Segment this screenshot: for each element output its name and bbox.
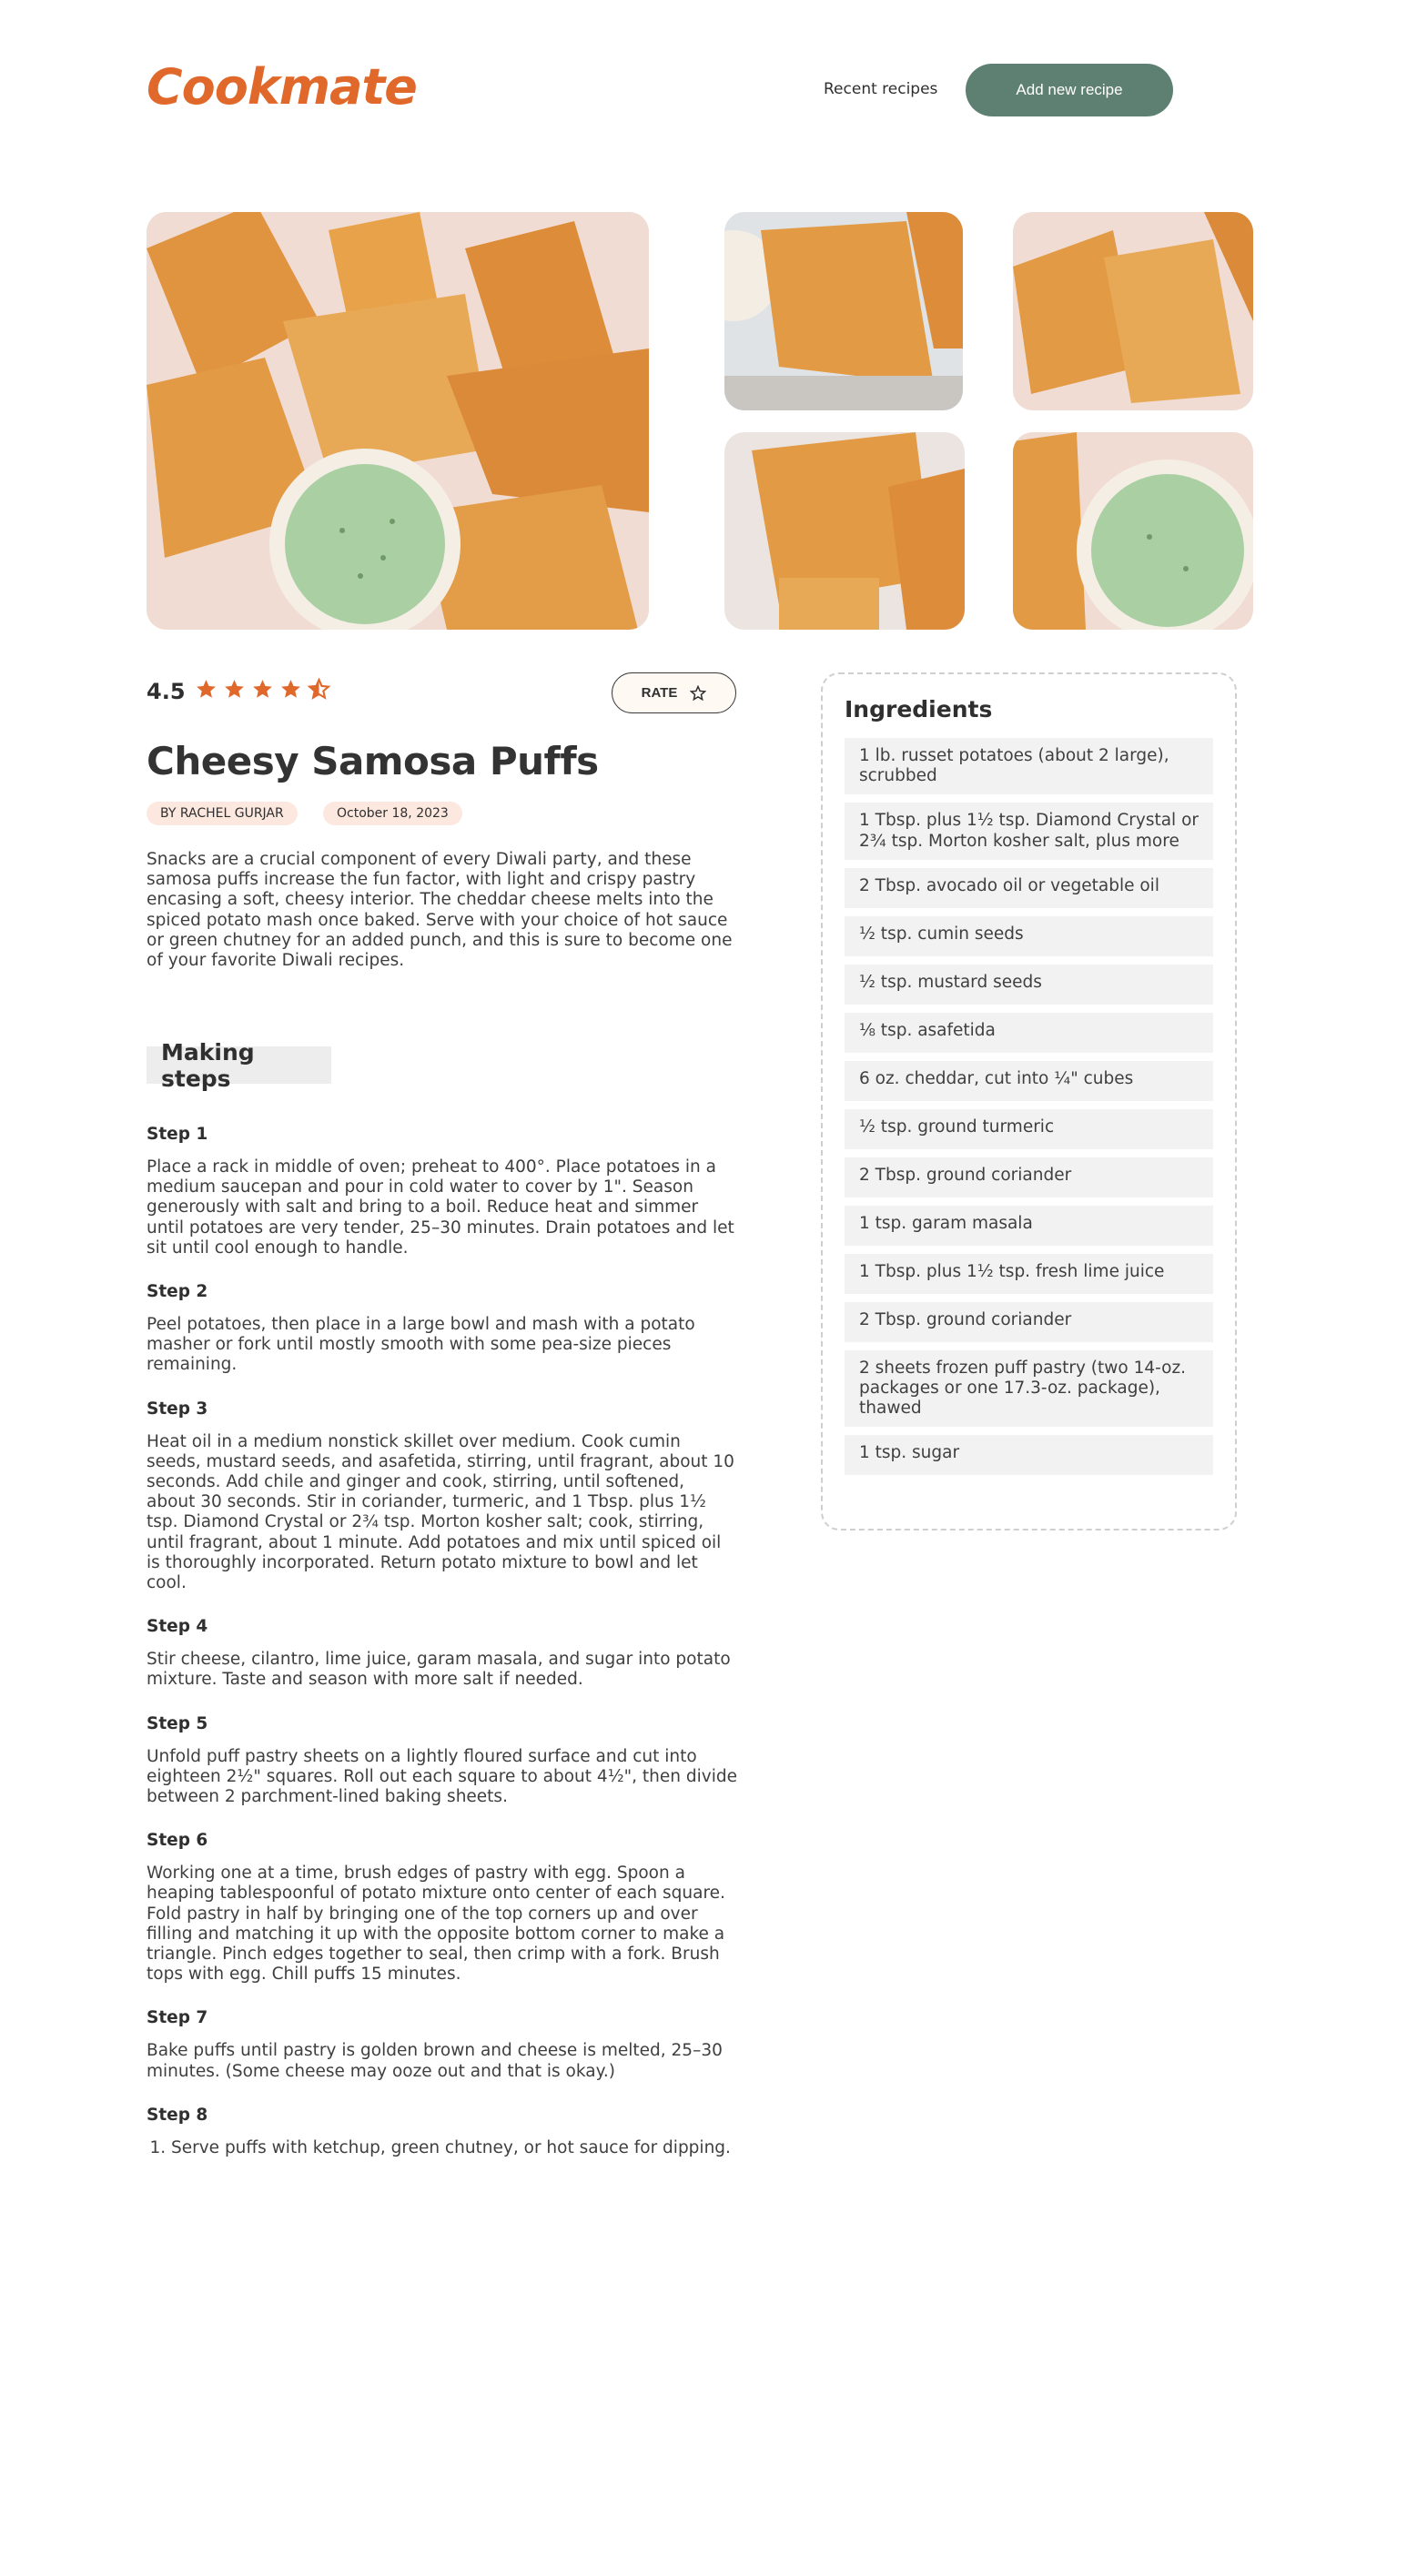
step-title: Step 4 [147, 1617, 208, 1637]
ingredients-panel: Ingredients 1 lb. russet potatoes (about… [821, 672, 1237, 1530]
ingredient-item: 2 Tbsp. ground coriander [845, 1301, 1213, 1342]
step-text: Stir cheese, cilantro, lime juice, garam… [147, 1650, 731, 1690]
step-title: Step 3 [147, 1399, 208, 1419]
author-badge: BY RACHEL GURJAR [147, 802, 298, 825]
step-item: Step 8 Serve puffs with ketchup, green c… [147, 2106, 738, 2158]
step-title: Step 5 [147, 1713, 208, 1733]
rate-button-label: RATE [641, 685, 678, 701]
step-item: Step 5 Unfold puff pastry sheets on a li… [147, 1714, 738, 1808]
step-item: Step 7 Bake puffs until pastry is golden… [147, 2008, 738, 2081]
rate-button[interactable]: RATE [612, 672, 736, 713]
main-recipe-photo[interactable] [147, 212, 649, 630]
recent-recipes-link[interactable]: Recent recipes [824, 80, 937, 98]
recipe-description: Snacks are a crucial component of every … [147, 850, 733, 971]
ingredient-item: ½ tsp. cumin seeds [845, 915, 1213, 956]
step-text: Heat oil in a medium nonstick skillet ov… [147, 1431, 734, 1593]
step-text: Peel potatoes, then place in a large bow… [147, 1315, 695, 1375]
step-title: Step 7 [147, 2008, 208, 2028]
ingredient-item: 1 tsp. sugar [845, 1435, 1213, 1476]
step-item: Step 1 Place a rack in middle of oven; p… [147, 1125, 738, 1258]
step-ordered-list: Serve puffs with ketchup, green chutney,… [147, 2138, 738, 2158]
star-outline-icon [690, 684, 707, 701]
making-steps-heading: Making steps [147, 1039, 331, 1092]
star-icon [253, 680, 272, 698]
step-text: Bake puffs until pastry is golden brown … [147, 2041, 723, 2081]
steps-list: Step 1 Place a rack in middle of oven; p… [147, 1125, 738, 2182]
step-title: Step 1 [147, 1125, 208, 1144]
gallery-photo-2[interactable] [1013, 212, 1253, 410]
ingredient-item: 2 Tbsp. avocado oil or vegetable oil [845, 867, 1213, 908]
gallery-photo-3[interactable] [724, 432, 965, 630]
gallery-photo-1[interactable] [724, 212, 963, 410]
ingredient-item: 1 Tbsp. plus 1½ tsp. Diamond Crystal or … [845, 803, 1213, 860]
list-item: Serve puffs with ketchup, green chutney,… [171, 2138, 738, 2158]
ingredient-item: 1 tsp. garam masala [845, 1205, 1213, 1246]
date-badge: October 18, 2023 [323, 802, 462, 825]
step-item: Step 6 Working one at a time, brush edge… [147, 1831, 738, 1985]
ingredient-item: 2 Tbsp. ground coriander [845, 1157, 1213, 1197]
add-new-recipe-button[interactable]: Add new recipe [966, 64, 1173, 116]
star-icon [281, 680, 300, 698]
gallery-photo-4[interactable] [1013, 432, 1253, 630]
step-text: Working one at a time, brush edges of pa… [147, 1864, 725, 1985]
step-text: Place a rack in middle of oven; preheat … [147, 1157, 734, 1258]
step-text: Unfold puff pastry sheets on a lightly f… [147, 1746, 737, 1807]
step-title: Step 6 [147, 1831, 208, 1851]
ingredient-item: 6 oz. cheddar, cut into ¼" cubes [845, 1060, 1213, 1101]
ingredient-item: 2 sheets frozen puff pastry (two 14-oz. … [845, 1349, 1213, 1428]
ingredient-item: 1 Tbsp. plus 1½ tsp. fresh lime juice [845, 1253, 1213, 1294]
rating-stars [195, 678, 330, 701]
ingredients-heading: Ingredients [845, 696, 993, 722]
step-item: Step 4 Stir cheese, cilantro, lime juice… [147, 1617, 738, 1690]
step-item: Step 3 Heat oil in a medium nonstick ski… [147, 1399, 738, 1594]
half-star-icon [308, 678, 330, 700]
ingredient-item: ½ tsp. mustard seeds [845, 964, 1213, 1005]
star-icon [197, 680, 216, 698]
star-icon [225, 680, 244, 698]
cookmate-logo[interactable]: Cookmate [147, 58, 418, 116]
step-item: Step 2 Peel potatoes, then place in a la… [147, 1282, 738, 1376]
recipe-title: Cheesy Samosa Puffs [147, 739, 599, 783]
ingredient-item: ⅛ tsp. asafetida [845, 1012, 1213, 1053]
ingredient-item: 1 lb. russet potatoes (about 2 large), s… [845, 738, 1213, 795]
rating-value: 4.5 [147, 679, 186, 704]
ingredient-item: ½ tsp. ground turmeric [845, 1108, 1213, 1149]
step-title: Step 2 [147, 1282, 208, 1302]
step-title: Step 8 [147, 2105, 208, 2125]
